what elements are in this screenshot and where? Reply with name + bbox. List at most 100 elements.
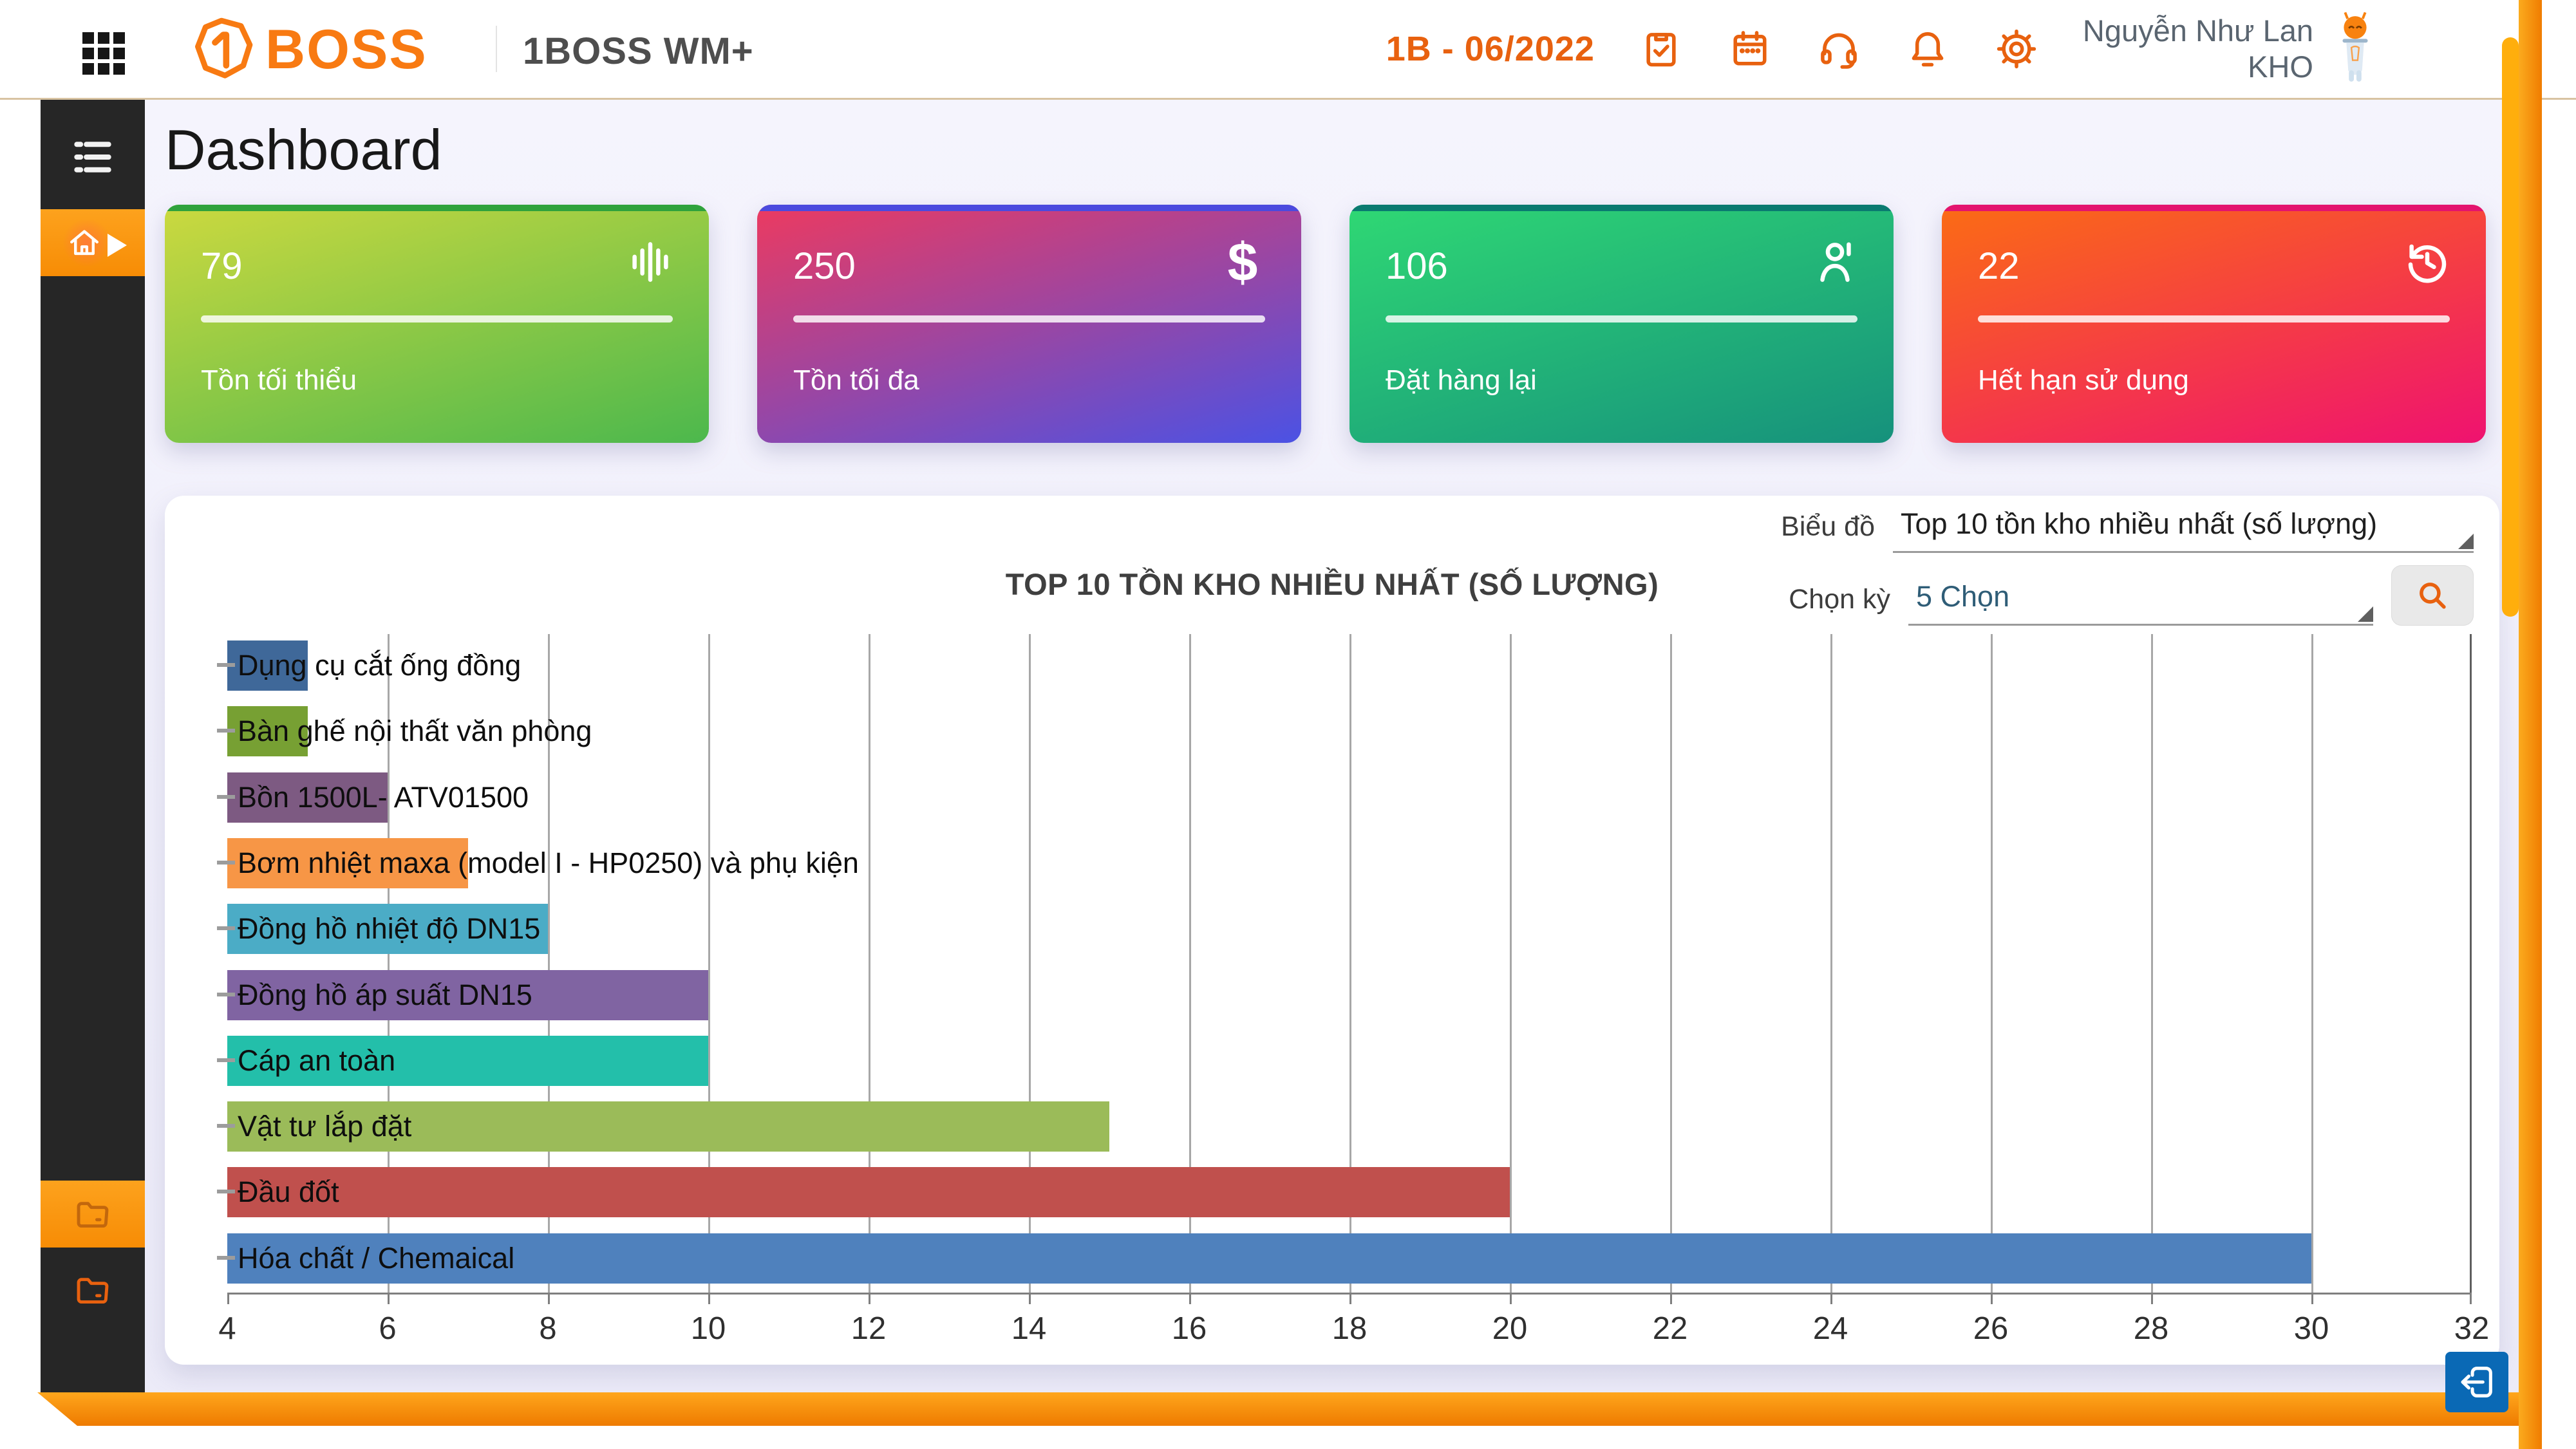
card-divider (1978, 315, 2450, 323)
category-tick (217, 993, 235, 996)
dollar-icon: $ (1217, 237, 1268, 287)
boss-logo-icon (183, 14, 260, 85)
home-icon (66, 224, 103, 261)
category-tick (217, 861, 235, 865)
stat-card-3: 22Hết hạn sử dụng (1942, 205, 2486, 443)
app-grid-icon[interactable] (82, 32, 125, 75)
card-divider (1386, 315, 1857, 323)
axis-tick-label: 28 (2134, 1311, 2169, 1347)
bar-8[interactable] (227, 1167, 1510, 1217)
axis-tick (1349, 1293, 1351, 1304)
axis-tick (1670, 1293, 1672, 1304)
card-value: 106 (1386, 245, 1448, 288)
boss-logo[interactable]: BOSS (183, 14, 428, 85)
card-accent-strip (165, 205, 709, 211)
axis-tick-label: 12 (851, 1311, 887, 1347)
bar-9[interactable] (227, 1233, 2311, 1284)
top-header: BOSS 1BOSS WM+ 1B - 06/2022 Nguyễ (0, 0, 2576, 100)
card-accent-strip (1349, 205, 1894, 211)
calendar-icon[interactable] (1727, 26, 1772, 71)
headset-icon[interactable] (1816, 26, 1861, 71)
gear-icon[interactable] (1994, 26, 2039, 71)
sidebar-item-home-active[interactable] (41, 209, 145, 276)
sidebar (41, 100, 145, 1392)
axis-tick (1189, 1293, 1191, 1304)
category-tick (217, 1058, 235, 1062)
bar-row-0: Dụng cụ cắt ống đồng (227, 634, 2472, 700)
header-divider (496, 26, 497, 72)
axis-tick-label: 30 (2294, 1311, 2329, 1347)
axis-tick-label: 14 (1011, 1311, 1047, 1347)
category-tick (217, 663, 235, 667)
submenu-arrow-icon (108, 234, 127, 257)
chart-type-control: Biểu đồ Top 10 tồn kho nhiều nhất (số lư… (1781, 507, 2474, 553)
bar-label: Vật tư lắp đặt (238, 1101, 411, 1152)
chart-type-select[interactable]: Top 10 tồn kho nhiều nhất (số lượng) (1893, 507, 2474, 553)
card-label: Tồn tối đa (793, 364, 919, 397)
stat-cards: 79Tồn tối thiểu250$Tồn tối đa106Đặt hàng… (165, 205, 2486, 443)
axis-tick-label: 10 (691, 1311, 726, 1347)
scrollbar-thumb[interactable] (2502, 37, 2519, 617)
card-label: Hết hạn sử dụng (1978, 364, 2189, 397)
card-accent-strip (757, 205, 1301, 211)
bar-row-6: Cáp an toàn (227, 1029, 2472, 1095)
scrollbar-track[interactable] (2519, 0, 2542, 1449)
clipboard-check-icon[interactable] (1639, 26, 1684, 71)
axis-tick (1991, 1293, 1993, 1304)
axis-tick-label: 16 (1172, 1311, 1207, 1347)
sidebar-item-folder[interactable] (41, 1257, 145, 1323)
user-role: KHO (2083, 49, 2313, 85)
category-tick (217, 1124, 235, 1128)
sign-in-arrow-icon (2456, 1361, 2497, 1403)
axis-tick-label: 24 (1813, 1311, 1848, 1347)
user-names: Nguyễn Như Lan KHO (2083, 13, 2313, 86)
bar-row-8: Đầu đốt (227, 1161, 2472, 1226)
category-tick (217, 1190, 235, 1193)
category-tick (217, 795, 235, 799)
page-title: Dashboard (165, 117, 442, 183)
card-divider (793, 315, 1265, 323)
app-title: 1BOSS WM+ (523, 30, 754, 73)
bottom-accent-bar (37, 1392, 2542, 1426)
card-divider (201, 315, 673, 323)
axis-tick (869, 1293, 870, 1304)
bar-label: Bơm nhiệt maxa (model I - HP0250) và phụ… (238, 838, 859, 888)
header-right: 1B - 06/2022 Nguyễn Như Lan KHO (1386, 0, 2383, 98)
sidebar-item-menu[interactable] (41, 115, 145, 199)
bar-label: Đồng hồ nhiệt độ DN15 (238, 904, 540, 954)
card-value: 250 (793, 245, 856, 288)
bar-label: Bồn 1500L- ATV01500 (238, 772, 529, 823)
sidebar-item-folder-active[interactable] (41, 1181, 145, 1248)
axis-tick (388, 1293, 390, 1304)
bar-row-1: Bàn ghế nội thất văn phòng (227, 700, 2472, 765)
bar-row-9: Hóa chất / Chemaical (227, 1227, 2472, 1293)
axis-tick (227, 1293, 229, 1304)
bar-label: Cáp an toàn (238, 1036, 395, 1086)
category-tick (217, 926, 235, 930)
user-menu[interactable]: Nguyễn Như Lan KHO (2083, 11, 2383, 87)
bar-chart-plot: 468101214161820222426283032Dụng cụ cắt ố… (227, 634, 2472, 1295)
axis-tick-label: 32 (2454, 1311, 2490, 1347)
card-accent-strip (1942, 205, 2486, 211)
card-label: Đặt hàng lại (1386, 364, 1537, 397)
axis-tick-label: 22 (1653, 1311, 1688, 1347)
bar-label: Hóa chất / Chemaical (238, 1233, 514, 1284)
axis-tick (548, 1293, 550, 1304)
axis-tick (1029, 1293, 1031, 1304)
collapse-button[interactable] (2445, 1352, 2508, 1412)
category-tick (217, 729, 235, 733)
axis-tick (2311, 1293, 2313, 1304)
equalizer-icon (625, 237, 675, 287)
logo-text: BOSS (265, 22, 428, 77)
app-root: BOSS 1BOSS WM+ 1B - 06/2022 Nguyễ (0, 0, 2576, 1449)
bar-label: Bàn ghế nội thất văn phòng (238, 706, 592, 756)
stat-card-2: 106 Đặt hàng lại (1349, 205, 1894, 443)
chart-type-label: Biểu đồ (1781, 511, 1875, 553)
axis-tick (1830, 1293, 1832, 1304)
bell-icon[interactable] (1905, 26, 1950, 71)
user-name: Nguyễn Như Lan (2083, 13, 2313, 49)
bar-row-5: Đồng hồ áp suất DN15 (227, 964, 2472, 1029)
chart-title: TOP 10 TỒN KHO NHIỀU NHẤT (SỐ LƯỢNG) (165, 566, 2499, 602)
folder-icon (73, 1270, 113, 1310)
axis-tick-label: 6 (379, 1311, 396, 1347)
